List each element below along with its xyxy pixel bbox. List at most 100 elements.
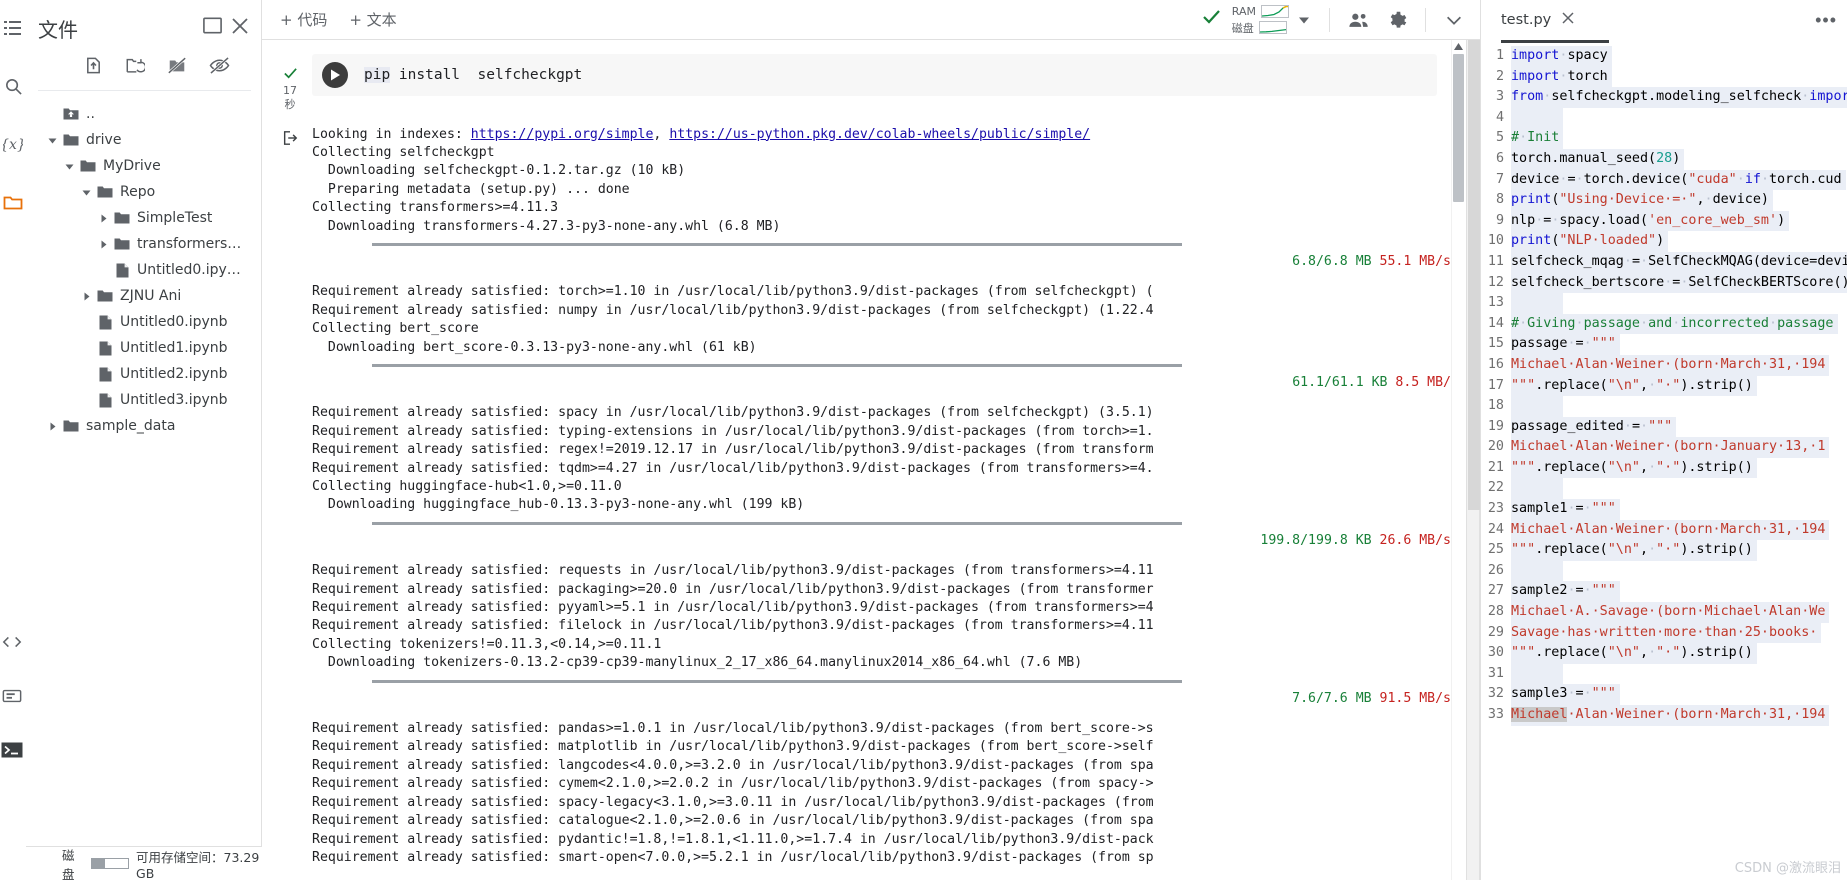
editor-line-code[interactable] — [1511, 478, 1563, 500]
variables-icon[interactable]: {x} — [1, 132, 25, 156]
hide-hidden-icon[interactable] — [209, 56, 230, 80]
file-tree-item[interactable]: ZJNU Ani — [26, 283, 261, 309]
chevron-right-icon[interactable] — [44, 422, 60, 431]
editor-line-code[interactable]: #·Init — [1511, 128, 1564, 149]
editor-line-code[interactable]: torch.manual_seed(28) — [1511, 148, 1685, 170]
gear-icon[interactable] — [1378, 10, 1415, 31]
open-in-new-icon[interactable] — [202, 15, 223, 41]
terminal-icon[interactable] — [0, 738, 24, 762]
output-scrollbar[interactable] — [1451, 40, 1464, 880]
code-snippets-icon[interactable] — [0, 630, 24, 654]
file-tree-item[interactable]: Untitled0.ipy… — [26, 257, 261, 283]
file-tree-item[interactable]: MyDrive — [26, 153, 261, 179]
editor-line-number: 18 — [1487, 398, 1504, 414]
notebook-body: 17 秒 pip install selfcheckgpt Looking in… — [262, 40, 1480, 880]
editor-line-code[interactable] — [1511, 107, 1563, 129]
editor-line-code[interactable]: Michael·A.·Savage·(born·Michael·Alan·We — [1511, 602, 1830, 623]
editor-line-code[interactable]: sample3·=·""" — [1511, 684, 1620, 705]
editor-line-code[interactable] — [1511, 396, 1563, 417]
editor-line-code[interactable]: Michael·Alan·Weiner·(born·March·31,·194 — [1511, 519, 1830, 541]
chevron-down-icon[interactable] — [44, 136, 60, 145]
file-tree-item[interactable]: Untitled3.ipynb — [26, 387, 261, 413]
editor-line-code[interactable]: sample1·=·""" — [1511, 499, 1620, 520]
close-icon[interactable] — [229, 15, 251, 42]
editor-line-code[interactable]: """.replace("\n",·"·").strip() — [1511, 375, 1757, 397]
notebook-panel-scrollbar[interactable] — [1466, 40, 1480, 880]
editor-line-code[interactable]: selfcheck_bertscore·=·SelfCheckBERTScore… — [1511, 272, 1847, 294]
editor-line-code[interactable] — [1511, 293, 1563, 314]
editor-line-code[interactable] — [1511, 560, 1563, 582]
search-icon[interactable] — [1, 74, 25, 98]
chevron-right-icon[interactable] — [78, 292, 94, 301]
editor-line-code[interactable]: Michael·Alan·Weiner·(born·January·13,·1 — [1511, 437, 1830, 458]
editor-line-code[interactable]: passage·=·""" — [1511, 334, 1620, 355]
people-icon[interactable] — [1340, 11, 1378, 29]
menu-icon[interactable] — [1, 16, 25, 40]
file-tree-item[interactable]: transformers… — [26, 231, 261, 257]
editor-line-code[interactable]: sample2·=·""" — [1511, 581, 1620, 603]
command-palette-icon[interactable] — [0, 684, 24, 708]
file-tree-item[interactable]: Repo — [26, 179, 261, 205]
editor-line-code[interactable]: Savage·has·written·more·than·25·books· — [1511, 622, 1822, 644]
editor-line-code[interactable]: print("NLP·loaded") — [1511, 231, 1669, 252]
cell-output-text: Looking in indexes: https://pypi.org/sim… — [312, 126, 1451, 868]
editor-line-code[interactable]: #·Giving·passage·and·incorrected·passage — [1511, 313, 1838, 335]
file-tree-item[interactable]: Untitled2.ipynb — [26, 361, 261, 387]
mount-drive-off-icon[interactable] — [167, 56, 187, 80]
editor-line-code[interactable]: device·=·torch.device("cuda"·if·torch.cu… — [1511, 169, 1846, 191]
resource-meters[interactable]: RAM 磁盘 — [1232, 4, 1289, 36]
editor-line-code[interactable]: """.replace("\n",·"·").strip() — [1511, 643, 1757, 664]
editor-line-code[interactable]: from·selfcheckgpt.modeling_selfcheck·imp… — [1511, 87, 1847, 108]
ram-meter[interactable]: RAM — [1232, 4, 1289, 18]
file-tree-item[interactable]: drive — [26, 127, 261, 153]
code-token: · — [1519, 315, 1528, 331]
upload-icon[interactable] — [84, 56, 103, 80]
editor-line-number: 4 — [1495, 109, 1504, 125]
refresh-folder-icon[interactable] — [125, 56, 147, 80]
editor-line-code[interactable]: print("Using·Device·=·",·device) — [1511, 190, 1773, 211]
file-tree-item[interactable]: sample_data — [26, 413, 261, 439]
pypi-index-link[interactable]: https://pypi.org/simple — [471, 127, 654, 142]
editor-line-code[interactable]: nlp·=·spacy.load('en_core_web_sm') — [1511, 210, 1790, 232]
editor-code-area[interactable]: 1 import·spacy 2 import·torch 3 from·selfchec… — [1481, 43, 1847, 880]
add-code-cell-button[interactable]: + 代码 — [280, 9, 327, 30]
collapse-chevron-down-icon[interactable] — [1436, 10, 1472, 30]
more-options-icon[interactable]: ••• — [1815, 10, 1837, 31]
editor-line-code[interactable] — [1511, 663, 1563, 685]
scroll-up-arrow-icon[interactable] — [1452, 40, 1465, 53]
editor-line-code[interactable]: """.replace("\n",·"·").strip() — [1511, 540, 1757, 561]
chevron-down-icon[interactable] — [78, 188, 94, 197]
file-tree-item[interactable]: Untitled1.ipynb — [26, 335, 261, 361]
editor-tab-test-py[interactable]: test.py — [1501, 11, 1575, 29]
file-tree-item[interactable]: .. — [26, 101, 261, 127]
code-cell[interactable]: pip install selfcheckgpt — [312, 54, 1437, 96]
add-text-cell-button[interactable]: + 文本 — [349, 9, 396, 30]
chevron-right-icon[interactable] — [95, 214, 111, 223]
disk-label: 磁盘 — [62, 847, 75, 880]
editor-line-code[interactable]: """.replace("\n",·"·").strip() — [1511, 457, 1757, 479]
output-line: Preparing metadata (setup.py) ... done — [312, 181, 630, 197]
editor-line-code[interactable]: passage_edited·=·""" — [1511, 416, 1677, 438]
editor-line-code[interactable]: selfcheck_mqag·=·SelfCheckMQAG(device=de… — [1511, 251, 1847, 273]
code-token: Michael·Alan·Weiner·(born·March·31,·194 — [1511, 521, 1826, 537]
chevron-right-icon[interactable] — [95, 240, 111, 249]
disk-meter-label: 磁盘 — [1231, 21, 1254, 35]
notebook-scrollbar-thumb[interactable] — [1468, 40, 1480, 510]
colab-wheels-link[interactable]: https://us-python.pkg.dev/colab-wheels/p… — [669, 127, 1090, 142]
close-icon[interactable] — [1561, 11, 1575, 29]
resource-dropdown-icon[interactable] — [1289, 13, 1319, 27]
chevron-down-icon[interactable] — [61, 162, 77, 171]
file-tree-item[interactable]: Untitled0.ipynb — [26, 309, 261, 335]
ram-sparkline-icon — [1261, 4, 1289, 18]
editor-line-code[interactable]: Michael·Alan·Weiner·(born·March·31,·194 — [1511, 705, 1830, 726]
editor-line-number: 6 — [1495, 150, 1504, 166]
output-scrollbar-thumb[interactable] — [1453, 54, 1464, 202]
file-tree-item[interactable]: SimpleTest — [26, 205, 261, 231]
notebook-scroll-region: 17 秒 pip install selfcheckgpt Looking in… — [262, 40, 1451, 880]
disk-meter[interactable]: 磁盘 — [1232, 20, 1289, 36]
editor-line-code[interactable]: import·spacy — [1511, 46, 1612, 67]
editor-line-code[interactable]: import·torch — [1511, 66, 1612, 88]
editor-line-code[interactable]: Michael·Alan·Weiner·(born·March·31,·194 — [1511, 354, 1830, 376]
folder-icon[interactable] — [1, 190, 25, 214]
play-icon[interactable] — [322, 62, 348, 88]
